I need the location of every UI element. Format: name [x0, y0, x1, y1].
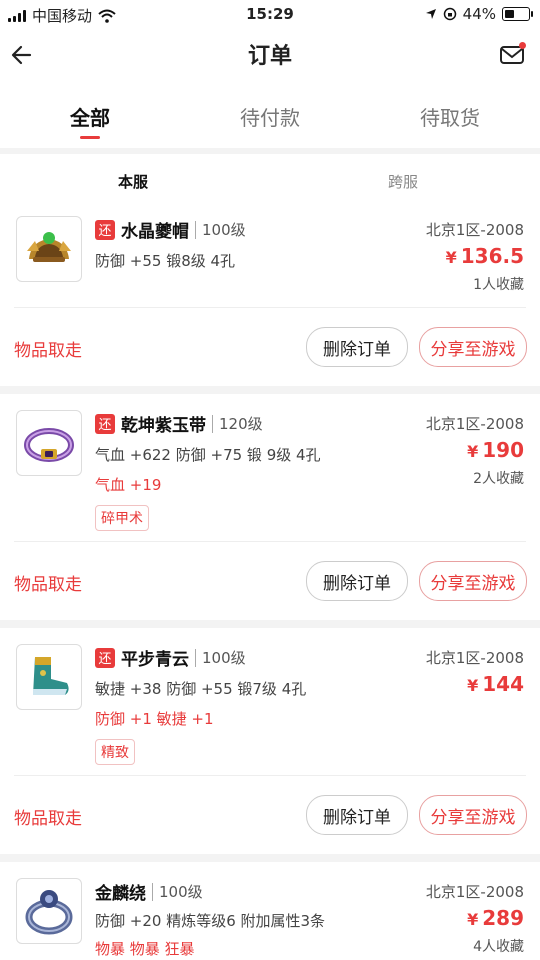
share-to-game-button[interactable]: 分享至游戏 [419, 561, 527, 601]
item-title-row: 还 乾坤紫玉带 120级 [95, 411, 263, 436]
bargain-badge: 还 [95, 219, 115, 240]
pickup-status: 物品取走 [14, 809, 82, 829]
extra-attribute: 气血 +19 [95, 476, 162, 494]
item-thumbnail[interactable] [16, 216, 82, 282]
active-tab-indicator [80, 136, 100, 139]
favorite-count: 4人收藏 [473, 939, 524, 955]
title-separator [152, 882, 153, 901]
item-name: 金麟绕 [95, 884, 146, 904]
item-level: 120级 [219, 415, 263, 433]
notification-dot [519, 42, 526, 49]
order-card: 金麟绕 100级 防御 +20 精炼等级6 附加属性3条 物暴 物暴 狂暴 北京… [0, 862, 540, 960]
status-bar: 中国移动 15:29 44% [0, 0, 540, 30]
tab-pending-payment-label: 待付款 [240, 106, 300, 130]
order-card: 还 水晶夔帽 100级 防御 +55 锻8级 4孔 北京1区-2008 ¥136… [0, 200, 540, 386]
card-divider [14, 307, 526, 308]
item-thumbnail[interactable] [16, 644, 82, 710]
boots-icon [33, 657, 69, 695]
server-sub-tabs: 本服 跨服 [0, 154, 540, 200]
favorite-count: 1人收藏 [473, 277, 524, 293]
extra-attribute: 物暴 物暴 狂暴 [95, 940, 195, 958]
belt-icon [24, 428, 74, 462]
price-value: 136.5 [460, 244, 524, 268]
item-title-row: 金麟绕 100级 [95, 879, 203, 904]
tab-pending-payment[interactable]: 待付款 [180, 102, 360, 131]
item-title-row: 还 水晶夔帽 100级 [95, 217, 246, 242]
pickup-status: 物品取走 [14, 341, 82, 361]
sub-tab-local-server[interactable]: 本服 [118, 171, 148, 192]
tab-pending-pickup-label: 待取货 [420, 106, 480, 130]
orientation-lock-icon [443, 7, 456, 21]
delete-order-button[interactable]: 删除订单 [306, 561, 408, 601]
item-title-row: 还 平步青云 100级 [95, 645, 246, 670]
extra-attribute: 防御 +1 敏捷 +1 [95, 710, 214, 728]
location-arrow-icon [425, 9, 436, 19]
special-skill-tag: 碎甲术 [95, 505, 149, 531]
server-name: 北京1区-2008 [425, 221, 524, 239]
share-to-game-button[interactable]: 分享至游戏 [419, 327, 527, 367]
currency-symbol: ¥ [467, 442, 479, 461]
order-tabs: 全部 待付款 待取货 [0, 80, 540, 148]
item-thumbnail[interactable] [16, 410, 82, 476]
currency-symbol: ¥ [467, 676, 479, 695]
item-stats: 防御 +20 精炼等级6 附加属性3条 [95, 912, 326, 930]
status-right: 44% [425, 5, 533, 23]
mail-button[interactable] [498, 40, 528, 70]
card-divider [14, 541, 526, 542]
server-name: 北京1区-2008 [425, 649, 524, 667]
item-name: 乾坤紫玉带 [121, 416, 206, 436]
battery-percent: 44% [462, 5, 496, 23]
item-stats: 防御 +55 锻8级 4孔 [95, 252, 236, 270]
server-name: 北京1区-2008 [425, 883, 524, 901]
item-level: 100级 [202, 649, 246, 667]
quality-tag: 精致 [95, 739, 135, 765]
delete-order-button[interactable]: 删除订单 [306, 795, 408, 835]
favorite-count: 2人收藏 [473, 471, 524, 487]
battery-icon [502, 7, 533, 21]
title-separator [195, 648, 196, 667]
item-stats: 气血 +622 防御 +75 锻 9级 4孔 [95, 446, 321, 464]
bargain-badge: 还 [95, 413, 115, 434]
item-level: 100级 [202, 221, 246, 239]
price-value: 190 [482, 438, 524, 462]
item-price: ¥289 [467, 906, 524, 930]
price-value: 144 [482, 672, 524, 696]
share-to-game-button[interactable]: 分享至游戏 [419, 795, 527, 835]
item-price: ¥136.5 [446, 244, 524, 268]
item-thumbnail[interactable] [16, 878, 82, 944]
item-level: 100级 [159, 883, 203, 901]
item-stats: 敏捷 +38 防御 +55 锻7级 4孔 [95, 680, 307, 698]
card-divider [14, 775, 526, 776]
server-name: 北京1区-2008 [425, 415, 524, 433]
pickup-status: 物品取走 [14, 575, 82, 595]
item-name: 水晶夔帽 [121, 222, 189, 242]
order-card: 还 乾坤紫玉带 120级 气血 +622 防御 +75 锻 9级 4孔 气血 +… [0, 394, 540, 620]
price-value: 289 [482, 906, 524, 930]
helmet-icon [27, 232, 71, 262]
currency-symbol: ¥ [445, 248, 457, 267]
item-name: 平步青云 [121, 650, 189, 670]
navigation-bar: 订单 [0, 30, 540, 80]
bargain-badge: 还 [95, 647, 115, 668]
item-price: ¥144 [467, 672, 524, 696]
title-separator [212, 414, 213, 433]
sub-tab-cross-server[interactable]: 跨服 [388, 171, 418, 192]
ring-icon [25, 890, 73, 935]
page-title: 订单 [247, 44, 292, 69]
currency-symbol: ¥ [467, 910, 479, 929]
tab-all[interactable]: 全部 [0, 102, 180, 139]
delete-order-button[interactable]: 删除订单 [306, 327, 408, 367]
order-card: 还 平步青云 100级 敏捷 +38 防御 +55 锻7级 4孔 防御 +1 敏… [0, 628, 540, 854]
title-separator [195, 220, 196, 239]
item-price: ¥190 [467, 438, 524, 462]
tab-pending-pickup[interactable]: 待取货 [360, 102, 540, 131]
tab-all-label: 全部 [70, 106, 110, 130]
